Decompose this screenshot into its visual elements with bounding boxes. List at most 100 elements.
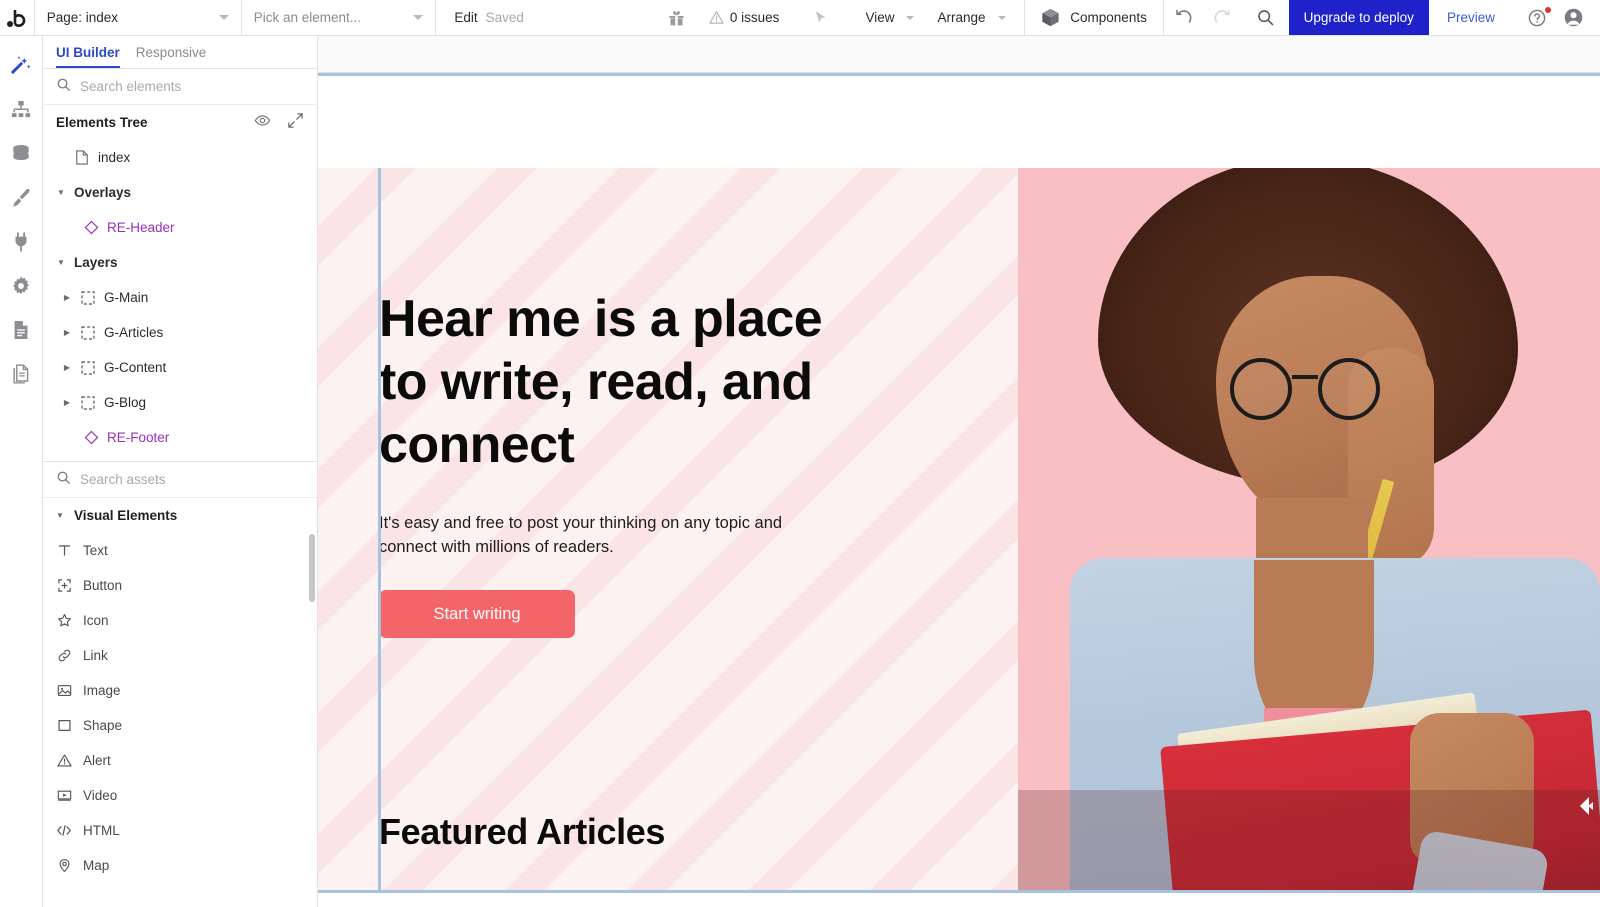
gift-button[interactable]	[656, 0, 697, 35]
chevron-down-icon: ▼	[57, 258, 65, 267]
tree-item-index[interactable]: index	[43, 140, 317, 175]
hero-subtitle[interactable]: It's easy and free to post your thinking…	[379, 511, 794, 559]
asset-item-label: Icon	[83, 613, 109, 628]
bubble-logo[interactable]	[0, 0, 34, 35]
chevron-right-icon[interactable]: ▶	[62, 293, 72, 302]
account-button[interactable]	[1555, 0, 1600, 35]
search-assets-input[interactable]	[80, 472, 304, 487]
tree-group-layers[interactable]: ▼ Layers	[43, 245, 317, 280]
tree-item-g-articles[interactable]: ▶ G-Articles	[43, 315, 317, 350]
rail-item-design[interactable]	[0, 46, 43, 90]
assets-scrollbar[interactable]	[309, 534, 315, 602]
asset-search-row	[43, 462, 317, 498]
arrange-menu[interactable]: Arrange	[925, 0, 1023, 35]
asset-item-video[interactable]: Video	[43, 778, 317, 813]
html-icon	[56, 823, 72, 838]
edit-button[interactable]: Edit	[435, 0, 485, 35]
photo-glasses-bridge	[1292, 375, 1318, 379]
tree-item-g-blog[interactable]: ▶ G-Blog	[43, 385, 317, 420]
asset-item-image[interactable]: Image	[43, 673, 317, 708]
canvas-top-strip	[318, 36, 1600, 73]
left-icon-rail	[0, 36, 43, 907]
search-icon	[1256, 8, 1275, 27]
upgrade-label: Upgrade to deploy	[1303, 10, 1414, 25]
eye-icon[interactable]	[254, 112, 271, 134]
chevron-down-icon	[412, 15, 423, 20]
tree-item-label: index	[98, 150, 131, 165]
chevron-down-icon	[906, 15, 915, 20]
undo-button[interactable]	[1164, 0, 1203, 35]
shape-icon	[56, 718, 72, 733]
components-button[interactable]: Components	[1024, 0, 1163, 35]
elements-tree: index ▼ Overlays RE-Header ▼ Layers ▶ G-…	[43, 140, 317, 461]
tree-group-overlays[interactable]: ▼ Overlays	[43, 175, 317, 210]
tree-item-g-content[interactable]: ▶ G-Content	[43, 350, 317, 385]
tree-item-re-footer[interactable]: RE-Footer	[43, 420, 317, 455]
preview-button[interactable]: Preview	[1429, 0, 1513, 35]
rail-item-pages[interactable]	[0, 354, 43, 398]
asset-item-button[interactable]: Button	[43, 568, 317, 603]
start-writing-button[interactable]: Start writing	[379, 590, 575, 638]
asset-item-map[interactable]: Map	[43, 848, 317, 883]
button-icon	[56, 578, 72, 593]
search-icon	[56, 77, 71, 97]
search-button[interactable]	[1242, 0, 1289, 35]
map-pin-icon	[56, 858, 72, 873]
tree-item-g-main[interactable]: ▶ G-Main	[43, 280, 317, 315]
asset-item-label: HTML	[83, 823, 120, 838]
chevron-right-icon[interactable]: ▶	[62, 398, 72, 407]
hero-text-block: Hear me is a place to write, read, and c…	[379, 288, 849, 638]
group-dashed-icon	[80, 290, 96, 305]
chevron-left-icon[interactable]	[1574, 791, 1598, 821]
group-dashed-icon	[80, 395, 96, 410]
logs-icon	[10, 319, 32, 346]
tree-item-label: RE-Header	[107, 220, 175, 235]
chevron-down-icon: ▼	[56, 511, 64, 520]
asset-item-alert[interactable]: Alert	[43, 743, 317, 778]
chevron-right-icon[interactable]: ▶	[62, 363, 72, 372]
tree-group-label: Layers	[74, 255, 118, 270]
page-dropdown[interactable]: Page: index	[35, 0, 241, 35]
rail-item-settings[interactable]	[0, 266, 43, 310]
rail-item-plugins[interactable]	[0, 222, 43, 266]
expand-icon[interactable]	[287, 112, 304, 134]
page-dropdown-label: Page: index	[46, 10, 119, 25]
asset-item-label: Text	[83, 543, 108, 558]
asset-item-label: Button	[83, 578, 123, 593]
rail-item-data[interactable]	[0, 134, 43, 178]
selection-overlay-band	[1018, 790, 1600, 890]
elements-tree-header: Elements Tree	[43, 105, 317, 140]
arrange-label: Arrange	[937, 10, 986, 25]
element-dropdown-label: Pick an element...	[253, 10, 362, 25]
hero-title[interactable]: Hear me is a place to write, read, and c…	[379, 288, 849, 477]
chevron-right-icon[interactable]: ▶	[62, 328, 72, 337]
asset-item-text[interactable]: Text	[43, 533, 317, 568]
view-menu[interactable]: View	[851, 0, 925, 35]
element-dropdown[interactable]: Pick an element...	[242, 0, 435, 35]
gift-icon	[667, 8, 686, 27]
asset-group-visual-elements[interactable]: ▼ Visual Elements	[43, 498, 317, 533]
design-canvas[interactable]: Hear me is a place to write, read, and c…	[318, 36, 1600, 907]
help-button[interactable]	[1513, 0, 1555, 35]
undo-icon	[1174, 8, 1193, 27]
upgrade-to-deploy-button[interactable]: Upgrade to deploy	[1288, 0, 1429, 35]
asset-item-shape[interactable]: Shape	[43, 708, 317, 743]
rail-item-styles[interactable]	[0, 178, 43, 222]
pointer-tool-button[interactable]	[790, 0, 851, 35]
featured-articles-heading[interactable]: Featured Articles	[379, 811, 665, 853]
rail-item-logs[interactable]	[0, 310, 43, 354]
asset-item-link[interactable]: Link	[43, 638, 317, 673]
issues-indicator[interactable]: 0 issues	[697, 0, 791, 35]
asset-item-icon[interactable]: Icon	[43, 603, 317, 638]
redo-button[interactable]	[1203, 0, 1242, 35]
pointer-icon	[812, 9, 829, 26]
tree-item-re-header[interactable]: RE-Header	[43, 210, 317, 245]
hero-photo[interactable]	[1018, 168, 1600, 890]
tab-ui-builder[interactable]: UI Builder	[56, 45, 120, 68]
tab-responsive[interactable]: Responsive	[136, 45, 207, 68]
rail-item-workflow[interactable]	[0, 90, 43, 134]
asset-item-html[interactable]: HTML	[43, 813, 317, 848]
alert-icon	[56, 753, 72, 768]
search-elements-input[interactable]	[80, 79, 304, 94]
hero-section[interactable]: Hear me is a place to write, read, and c…	[318, 168, 1600, 890]
